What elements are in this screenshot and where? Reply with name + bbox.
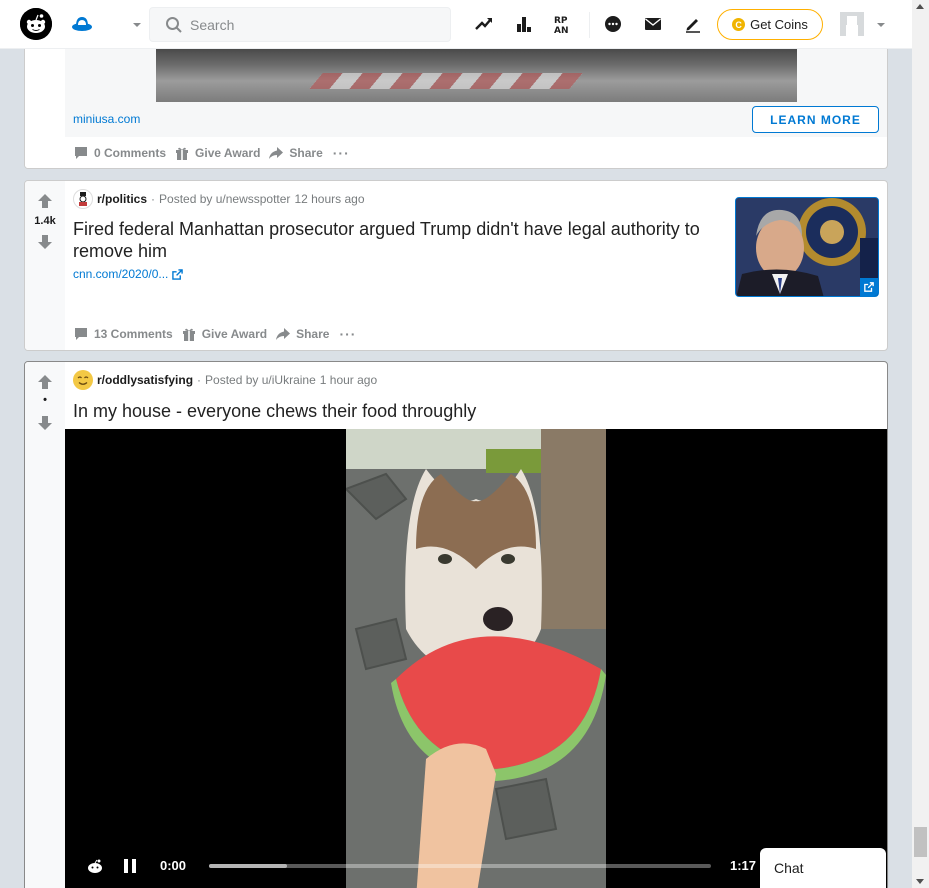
ad-domain-link[interactable]: miniusa.com <box>73 112 140 126</box>
posted-by[interactable]: Posted by u/newsspotter <box>159 192 290 206</box>
scroll-down-arrow-icon[interactable] <box>916 879 924 884</box>
post-meta: r/politics · Posted by u/newsspotter 12 … <box>73 189 365 209</box>
user-menu-chevron-icon[interactable] <box>874 18 888 37</box>
share-label: Share <box>296 327 330 341</box>
post-time: 1 hour ago <box>319 373 378 387</box>
external-link-icon <box>860 278 878 296</box>
reddit-logo-icon[interactable] <box>20 8 52 40</box>
page-scrollbar[interactable] <box>912 0 929 888</box>
subreddit-link[interactable]: r/oddlysatisfying <box>97 373 193 387</box>
get-coins-button[interactable]: C Get Coins <box>717 9 823 40</box>
svg-text:AN: AN <box>554 26 569 34</box>
downvote-icon[interactable] <box>37 234 53 250</box>
video-duration: 1:17 <box>730 858 757 873</box>
subreddit-icon[interactable] <box>73 189 93 209</box>
external-link-icon <box>172 268 184 280</box>
vote-score: • <box>43 394 47 406</box>
video-progress-bar[interactable] <box>209 864 711 868</box>
get-coins-label: Get Coins <box>750 17 808 32</box>
more-options-button[interactable]: ··· <box>333 322 362 346</box>
share-label: Share <box>289 146 323 160</box>
video-current-time: 0:00 <box>160 858 187 873</box>
trending-icon[interactable] <box>472 12 496 36</box>
scroll-thumb[interactable] <box>914 827 927 857</box>
chat-icon[interactable] <box>601 12 625 36</box>
give-award-button[interactable]: Give Award <box>177 322 271 346</box>
vote-column: • <box>25 362 65 888</box>
ad-image-road-stripe <box>309 73 583 89</box>
learn-more-button[interactable]: LEARN MORE <box>752 106 879 133</box>
create-post-icon[interactable] <box>681 12 705 36</box>
meta-separator: · <box>197 373 202 387</box>
post-actions: 0 Comments Give Award Share ··· <box>69 141 356 165</box>
post-title[interactable]: In my house - everyone chews their food … <box>73 400 833 422</box>
post-link-text: cnn.com/2020/0... <box>73 267 169 281</box>
top-header: RPAN C Get Coins <box>0 0 912 49</box>
search-icon <box>165 16 183 39</box>
upvote-icon[interactable] <box>37 374 53 390</box>
post-actions: 13 Comments Give Award Share ··· <box>69 322 362 346</box>
vote-column <box>25 49 65 168</box>
home-icon[interactable] <box>70 12 94 36</box>
rpan-icon[interactable]: RP AN <box>552 12 576 36</box>
post-meta: r/oddlysatisfying · Posted by u/iUkraine… <box>73 370 377 390</box>
comments-button[interactable]: 0 Comments <box>69 141 170 165</box>
svg-text:RP: RP <box>554 16 568 26</box>
video-player[interactable] <box>65 429 887 888</box>
search-bar[interactable] <box>149 7 451 42</box>
header-divider <box>589 12 590 38</box>
gift-icon <box>176 147 189 160</box>
subreddit-link[interactable]: r/politics <box>97 192 147 206</box>
downvote-icon[interactable] <box>37 415 53 431</box>
search-input[interactable] <box>190 8 445 41</box>
chat-button[interactable]: Chat <box>760 848 886 888</box>
pause-icon[interactable] <box>123 858 137 879</box>
scroll-up-arrow-icon[interactable] <box>916 4 924 9</box>
video-frame[interactable] <box>346 429 606 888</box>
comment-icon <box>75 328 87 340</box>
reddit-snoo-icon[interactable] <box>86 857 104 880</box>
mail-icon[interactable] <box>641 12 665 36</box>
meta-separator: · <box>151 192 156 206</box>
more-options-button[interactable]: ··· <box>327 141 356 165</box>
comment-icon <box>75 147 87 159</box>
video-buffered-bar <box>209 864 287 868</box>
posted-by[interactable]: Posted by u/iUkraine <box>205 373 316 387</box>
chevron-down-icon[interactable] <box>130 18 144 32</box>
post-time: 12 hours ago <box>294 192 365 206</box>
post-card[interactable]: 1.4k r/politics · Posted by u/newsspotte… <box>24 180 888 351</box>
gift-icon <box>182 328 195 341</box>
share-icon <box>269 147 284 159</box>
subreddit-icon[interactable] <box>73 370 93 390</box>
give-award-label: Give Award <box>195 146 261 160</box>
comments-label: 0 Comments <box>94 146 167 160</box>
vote-column: 1.4k <box>25 181 65 350</box>
share-icon <box>276 328 291 340</box>
post-title[interactable]: Fired federal Manhattan prosecutor argue… <box>73 218 713 262</box>
promoted-post: miniusa.com LEARN MORE 0 Comments Give A… <box>24 49 888 169</box>
coin-icon: C <box>732 18 746 31</box>
avatar[interactable] <box>840 12 864 36</box>
share-button[interactable]: Share <box>271 322 333 346</box>
share-button[interactable]: Share <box>264 141 326 165</box>
leaderboard-icon[interactable] <box>512 12 536 36</box>
ad-image[interactable] <box>156 49 797 102</box>
post-thumbnail[interactable] <box>735 197 879 297</box>
post-card[interactable]: • r/oddlysatisfying · Posted by u/iUkrai… <box>24 361 888 888</box>
comments-label: 13 Comments <box>94 327 173 341</box>
upvote-icon[interactable] <box>37 193 53 209</box>
give-award-button[interactable]: Give Award <box>170 141 264 165</box>
comments-button[interactable]: 13 Comments <box>69 322 177 346</box>
give-award-label: Give Award <box>201 327 268 341</box>
vote-score: 1.4k <box>34 215 56 227</box>
post-link[interactable]: cnn.com/2020/0... <box>73 267 184 281</box>
